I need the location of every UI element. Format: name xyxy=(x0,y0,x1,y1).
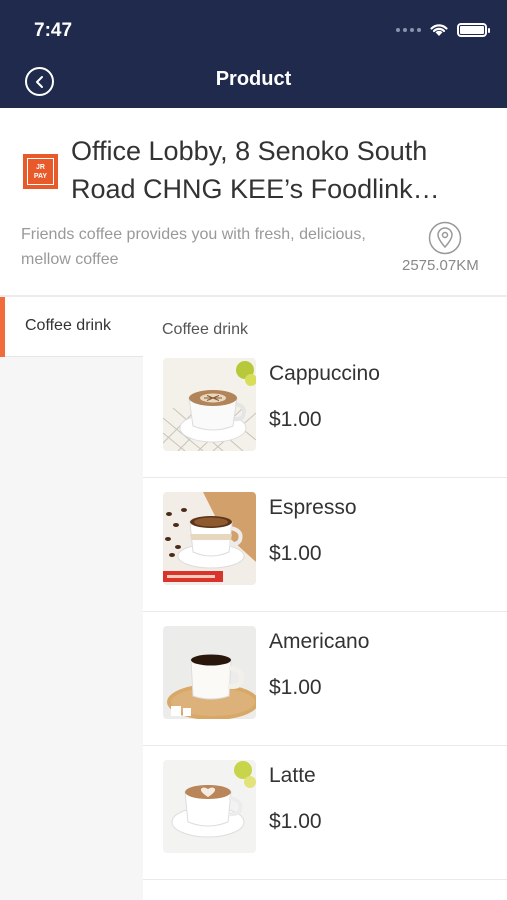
product-price: $1.00 xyxy=(269,810,322,833)
product-image-cappuccino xyxy=(163,358,256,451)
product-name: Latte xyxy=(269,764,316,787)
wifi-icon xyxy=(430,24,448,36)
location-pin-icon[interactable] xyxy=(428,221,462,255)
status-indicators xyxy=(396,22,490,37)
product-item-americano[interactable]: Americano $1.00 xyxy=(143,612,507,746)
product-item-latte[interactable]: Latte $1.00 xyxy=(143,746,507,880)
product-price: $1.00 xyxy=(269,676,322,699)
product-image-latte xyxy=(163,760,256,853)
cellular-signal-icon xyxy=(396,27,421,32)
app-header: 7:47 Product xyxy=(0,0,507,108)
product-item-cappuccino[interactable]: Cappuccino $1.00 xyxy=(143,344,507,478)
product-price: $1.00 xyxy=(269,542,322,565)
status-time: 7:47 xyxy=(34,20,73,41)
logo-text-jr: JR xyxy=(36,163,45,171)
distance-label: 2575.07KM xyxy=(402,257,479,274)
sidebar-item-coffee-drink[interactable]: Coffee drink xyxy=(0,297,143,357)
battery-icon xyxy=(457,22,490,37)
active-indicator xyxy=(0,297,5,357)
store-description: Friends coffee provides you with fresh, … xyxy=(21,226,366,268)
logo-text-pay: PAY xyxy=(33,172,48,180)
product-name: Cappuccino xyxy=(269,362,380,385)
product-price: $1.00 xyxy=(269,408,322,431)
page-title: Product xyxy=(215,68,292,90)
product-image-americano xyxy=(163,626,256,719)
sidebar-item-label: Coffee drink xyxy=(25,317,111,334)
product-name: Americano xyxy=(269,630,370,653)
store-name: Office Lobby, 8 Senoko South Road CHNG K… xyxy=(71,136,440,204)
store-logo: JR PAY xyxy=(23,154,58,189)
product-image-espresso xyxy=(163,492,256,585)
product-item-espresso[interactable]: Espresso $1.00 xyxy=(143,478,507,612)
product-name: Espresso xyxy=(269,496,357,519)
category-sidebar: Coffee drink xyxy=(0,297,143,900)
category-title: Coffee drink xyxy=(162,321,248,338)
